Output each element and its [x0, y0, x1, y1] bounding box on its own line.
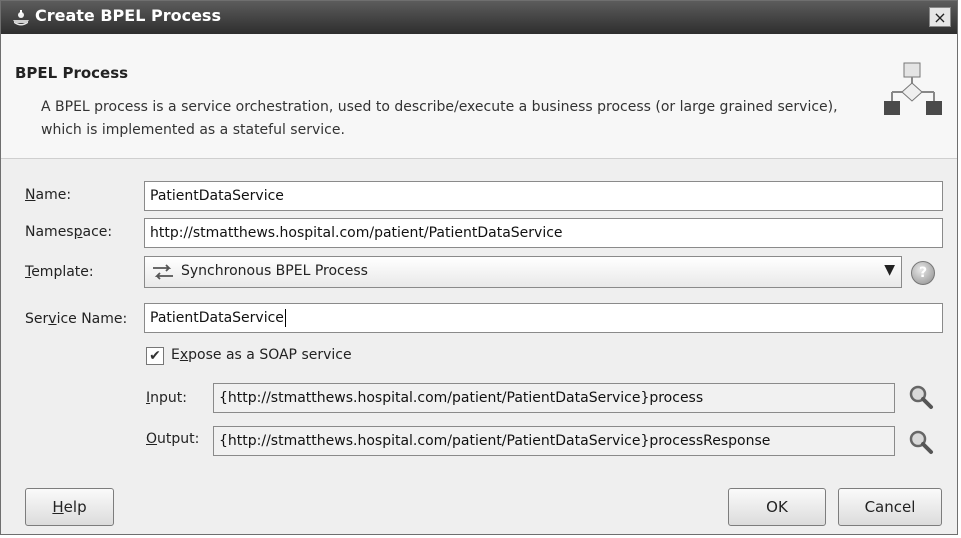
cancel-button[interactable]: Cancel — [838, 488, 942, 526]
header-title: BPEL Process — [15, 64, 129, 82]
sync-arrows-icon — [153, 264, 173, 280]
input-field[interactable]: {http://stmatthews.hospital.com/patient/… — [213, 383, 895, 413]
name-field[interactable]: PatientDataService — [144, 181, 943, 211]
search-input-icon[interactable] — [907, 383, 935, 411]
output-field[interactable]: {http://stmatthews.hospital.com/patient/… — [213, 426, 895, 456]
help-button[interactable]: Help — [25, 488, 114, 526]
title-bar[interactable]: Create BPEL Process × — [1, 1, 957, 34]
template-select[interactable]: Synchronous BPEL Process ▼ — [144, 256, 902, 288]
process-diagram-icon — [884, 62, 942, 115]
input-label: Input: — [146, 390, 187, 406]
service-name-label: Service Name: — [25, 311, 128, 327]
output-label: Output: — [146, 431, 200, 447]
template-label: Template: — [25, 264, 94, 280]
help-icon[interactable]: ? — [911, 261, 935, 285]
template-value: Synchronous BPEL Process — [181, 263, 368, 279]
namespace-label: Namespace: — [25, 224, 113, 240]
dialog-header: BPEL Process A BPEL process is a service… — [1, 34, 957, 159]
close-button[interactable]: × — [929, 7, 951, 27]
search-output-icon[interactable] — [907, 428, 935, 456]
chevron-down-icon[interactable]: ▼ — [884, 262, 895, 278]
expose-soap-checkbox[interactable]: ✔ — [146, 347, 164, 365]
window-title: Create BPEL Process — [35, 6, 221, 25]
ok-button[interactable]: OK — [728, 488, 826, 526]
create-bpel-process-dialog: Create BPEL Process × BPEL Process A BPE… — [0, 0, 958, 535]
namespace-field[interactable]: http://stmatthews.hospital.com/patient/P… — [144, 218, 943, 248]
expose-soap-label: Expose as a SOAP service — [171, 347, 352, 363]
service-name-value: PatientDataService — [150, 310, 284, 326]
service-name-field[interactable]: PatientDataService — [144, 303, 943, 333]
bpel-app-icon — [13, 10, 29, 26]
text-cursor — [284, 309, 286, 327]
close-icon: × — [933, 8, 947, 27]
header-description: A BPEL process is a service orchestratio… — [41, 99, 838, 138]
name-label: Name: — [25, 187, 72, 203]
